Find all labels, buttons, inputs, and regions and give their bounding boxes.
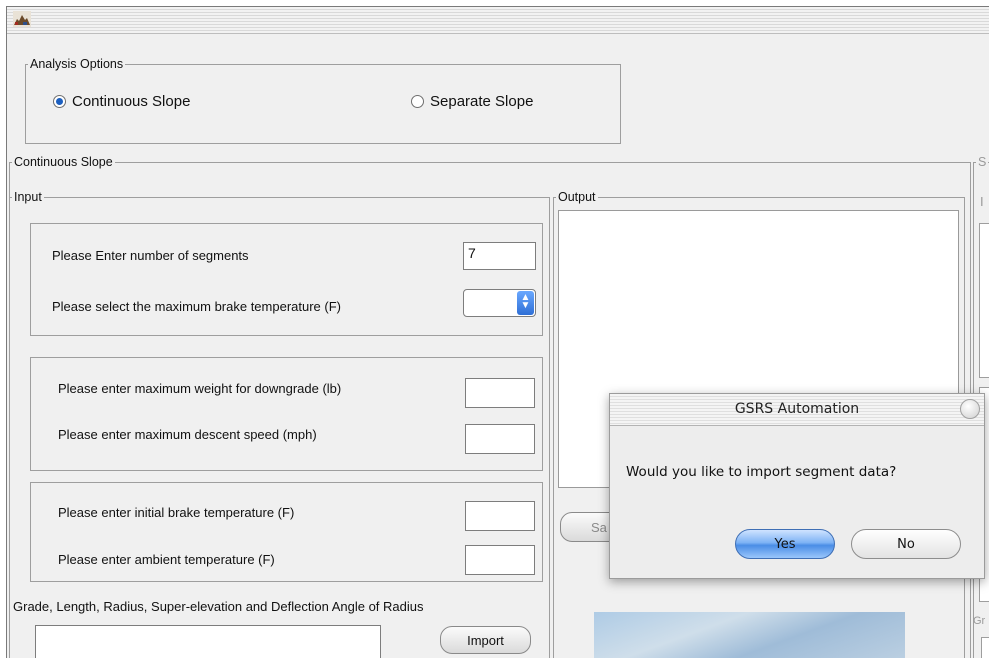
initial-brake-temp-input[interactable] (465, 501, 535, 531)
no-button[interactable]: No (851, 529, 961, 559)
max-weight-input[interactable] (465, 378, 535, 408)
continuous-slope-label: Continuous Slope (72, 93, 191, 110)
right-panel-box (979, 223, 989, 378)
initial-brake-temp-label: Please enter initial brake temperature (… (58, 505, 295, 520)
dialog-title[interactable]: GSRS Automation (610, 394, 984, 426)
save-button-label: Sa (591, 519, 607, 535)
yes-button[interactable]: Yes (735, 529, 835, 559)
dialog-message: Would you like to import segment data? (626, 464, 897, 480)
title-bar[interactable] (7, 7, 989, 34)
right-panel-legend: S (978, 155, 987, 169)
continuous-slope-legend: Continuous Slope (14, 155, 113, 169)
max-brake-temp-label: Please select the maximum brake temperat… (52, 299, 341, 314)
import-dialog: GSRS Automation Would you like to import… (609, 393, 985, 579)
updown-arrows-icon[interactable]: ▲ ▼ (517, 291, 534, 315)
input-legend: Input (14, 190, 42, 204)
separate-slope-label: Separate Slope (430, 93, 534, 110)
preview-image (594, 612, 905, 658)
grade-length-label: Grade, Length, Radius, Super-elevation a… (13, 599, 424, 614)
segments-box (30, 223, 543, 336)
ambient-temp-label: Please enter ambient temperature (F) (58, 552, 275, 567)
right-panel-input-fragment: I (980, 194, 984, 209)
right-panel-input-3 (981, 637, 989, 658)
radio-unselected-icon (411, 95, 424, 108)
max-brake-temp-select[interactable]: ▲ ▼ (463, 289, 536, 317)
segments-label: Please Enter number of segments (52, 248, 249, 263)
grade-data-input[interactable] (35, 625, 381, 658)
ambient-temp-input[interactable] (465, 545, 535, 575)
app-icon (13, 11, 31, 27)
close-icon[interactable] (960, 399, 980, 419)
continuous-slope-radio[interactable]: Continuous Slope (53, 93, 190, 110)
radio-selected-icon (53, 95, 66, 108)
separate-slope-radio[interactable]: Separate Slope (411, 93, 533, 110)
max-weight-label: Please enter maximum weight for downgrad… (58, 381, 342, 396)
max-descent-label: Please enter maximum descent speed (mph) (58, 427, 317, 442)
analysis-options-legend: Analysis Options (30, 57, 124, 71)
output-legend: Output (558, 190, 596, 204)
right-panel-gr-fragment: Gr (973, 615, 986, 627)
max-descent-input[interactable] (465, 424, 535, 454)
segments-input[interactable]: 7 (463, 242, 536, 270)
import-button[interactable]: Import (440, 626, 531, 654)
